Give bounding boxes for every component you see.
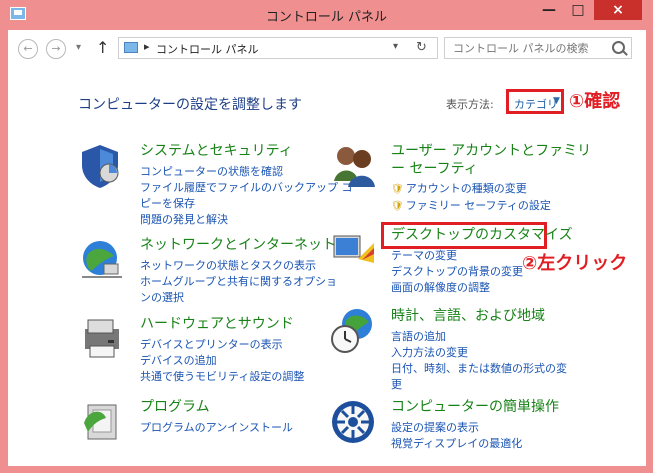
category-title-user-accounts[interactable]: ユーザー アカウントとファミリ	[391, 142, 591, 160]
link-change-theme[interactable]: テーマの変更	[391, 248, 523, 264]
control-panel-address-icon	[124, 42, 138, 53]
breadcrumb-separator-icon[interactable]: ▸	[144, 40, 150, 53]
arrow-up-icon[interactable]: ↑	[96, 38, 109, 57]
link-add-device[interactable]: デバイスの追加	[140, 353, 304, 369]
refresh-icon[interactable]: ↻	[416, 40, 427, 55]
link-change-input-method[interactable]: 入力方法の変更	[391, 345, 567, 361]
address-bar[interactable]: ▸ コントロール パネル ▾ ↻	[118, 37, 438, 59]
category-title-network-internet[interactable]: ネットワークとインターネット	[140, 236, 336, 254]
category-title-ease-of-access[interactable]: コンピューターの簡単操作	[391, 398, 559, 416]
link-adjust-screen-resolution[interactable]: 画面の解像度の調整	[391, 280, 523, 296]
arrow-right-icon[interactable]: →	[46, 39, 66, 59]
category-title-user-accounts-line-2[interactable]: ー セーフティ	[391, 160, 478, 178]
close-icon[interactable]: ×	[594, 0, 642, 20]
navigation-bar: ← → ▾ ↑ ▸ コントロール パネル ▾ ↻	[8, 30, 646, 68]
category-title-system-security[interactable]: システムとセキュリティ	[140, 142, 293, 160]
link-file-history-backup-continued[interactable]: ピーを保存	[140, 196, 353, 212]
link-check-computer-status[interactable]: コンピューターの状態を確認	[140, 164, 353, 180]
recent-locations-dropdown[interactable]: ▾	[76, 42, 81, 53]
category-title-programs[interactable]: プログラム	[140, 398, 210, 416]
chevron-down-icon[interactable]: ▼	[553, 96, 560, 106]
link-find-fix-problems[interactable]: 問題の発見と解決	[140, 212, 353, 228]
maximize-icon[interactable]: □	[565, 0, 591, 20]
network-globe-icon	[82, 241, 122, 278]
link-network-status-tasks[interactable]: ネットワークの状態とタスクの表示	[140, 258, 337, 274]
link-date-time-number-format-continued[interactable]: 更	[391, 377, 567, 393]
search-box[interactable]	[444, 37, 632, 59]
category-title-hardware-sound[interactable]: ハードウェアとサウンド	[140, 315, 294, 333]
clock-globe-icon	[331, 309, 372, 353]
address-dropdown-icon[interactable]: ▾	[393, 41, 398, 52]
annotation-confirm: ①確認	[569, 91, 621, 112]
link-family-safety-settings[interactable]: ファミリー セーフティの設定	[391, 198, 551, 215]
view-by-value[interactable]: カテゴリ	[514, 96, 558, 112]
link-optimize-visual-display[interactable]: 視覚ディスプレイの最適化	[391, 436, 522, 452]
link-homegroup-sharing-options-continued[interactable]: ンの選択	[140, 290, 337, 306]
category-title-clock-language-region[interactable]: 時計、言語、および地域	[391, 307, 545, 325]
link-devices-printers[interactable]: デバイスとプリンターの表示	[140, 337, 304, 353]
view-by-select[interactable]: カテゴリ ▼	[506, 89, 564, 114]
link-file-history-backup[interactable]: ファイル履歴でファイルのバックアップ コ	[140, 180, 353, 196]
view-by-label: 表示方法:	[446, 98, 494, 111]
annotation-left-click: ②左クリック	[522, 253, 628, 274]
category-title-desktop-customization[interactable]: デスクトップのカスタマイズ	[391, 226, 573, 244]
link-uninstall-program[interactable]: プログラムのアンインストール	[140, 420, 293, 436]
link-change-desktop-background[interactable]: デスクトップの背景の変更	[391, 264, 523, 280]
link-mobility-settings[interactable]: 共通で使うモビリティ設定の調整	[140, 369, 304, 385]
minimize-icon[interactable]: —	[536, 0, 562, 20]
page-title: コンピューターの設定を調整します	[78, 97, 302, 113]
search-input[interactable]	[453, 39, 603, 57]
printer-icon	[85, 319, 119, 358]
link-homegroup-sharing-options[interactable]: ホームグループと共有に関するオプショ	[140, 274, 337, 290]
shield-chart-icon	[82, 145, 119, 188]
link-add-language[interactable]: 言語の追加	[391, 329, 567, 345]
title-bar[interactable]: コントロール パネル — □ ×	[0, 0, 653, 30]
control-panel-window: コントロール パネル — □ × ← → ▾ ↑ ▸ コントロール パネル ▾ …	[0, 0, 653, 473]
arrow-left-icon[interactable]: ←	[18, 39, 38, 59]
link-change-account-type[interactable]: アカウントの種類の変更	[391, 181, 551, 198]
link-recommended-settings[interactable]: 設定の提案の表示	[391, 420, 522, 436]
programs-icon	[84, 404, 117, 440]
search-icon[interactable]	[612, 41, 625, 54]
control-panel-content: ← → ▾ ↑ ▸ コントロール パネル ▾ ↻ コンピューターの設定を調整しま…	[8, 30, 646, 466]
link-date-time-number-format[interactable]: 日付、時刻、または数値の形式の変	[391, 361, 567, 377]
users-icon	[334, 147, 375, 187]
accessibility-icon	[332, 401, 374, 443]
desktop-palette-icon	[333, 235, 374, 263]
breadcrumb[interactable]: コントロール パネル	[156, 41, 259, 57]
